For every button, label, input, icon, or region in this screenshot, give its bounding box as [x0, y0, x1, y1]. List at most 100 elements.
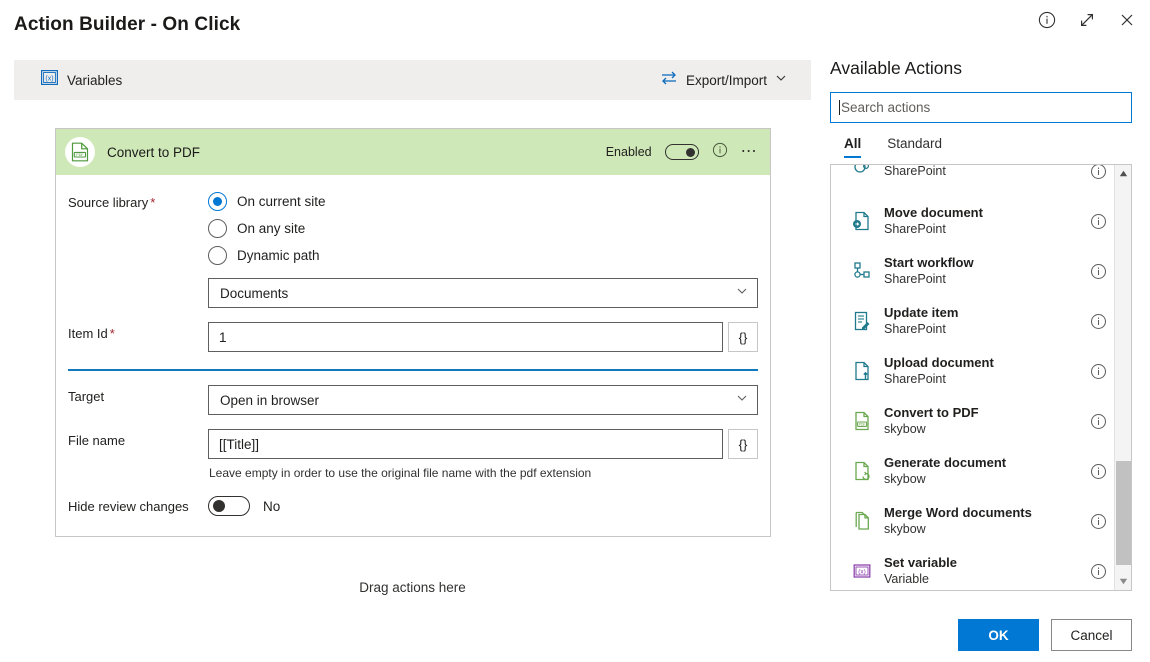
list-item[interactable]: SharePoint	[831, 164, 1117, 196]
hide-review-changes-controls: No	[208, 496, 758, 516]
list-item-category: SharePoint	[884, 272, 946, 286]
list-item[interactable]: Upload document SharePoint	[831, 346, 1117, 396]
export-import-label: Export/Import	[685, 72, 767, 88]
item-id-token-button[interactable]: {}	[728, 322, 758, 352]
expand-icon[interactable]	[1076, 9, 1098, 31]
info-icon[interactable]	[1090, 413, 1107, 430]
close-icon[interactable]	[1116, 9, 1138, 31]
info-icon[interactable]	[1090, 563, 1107, 580]
variables-button[interactable]: (x) Variables	[41, 70, 122, 90]
more-ellipsis-icon[interactable]: ⋯	[741, 144, 758, 160]
convert-to-pdf-icon: PDF	[849, 410, 875, 432]
search-actions-box[interactable]: Search actions	[830, 92, 1132, 123]
field-target: Target Open in browser	[68, 385, 758, 415]
target-select[interactable]: Open in browser	[208, 385, 758, 415]
enabled-toggle[interactable]	[664, 144, 699, 160]
text-caret	[839, 100, 840, 115]
field-file-name: File name [[Title]] {} Leave empty in or…	[68, 429, 758, 480]
field-hide-review-changes: Hide review changes No	[68, 496, 758, 516]
list-item-category: Variable	[884, 572, 929, 586]
item-id-input[interactable]: 1	[208, 322, 723, 352]
list-item-name: Start workflow	[884, 255, 974, 270]
info-icon[interactable]	[1090, 263, 1107, 280]
list-item[interactable]: Merge Word documents skybow	[831, 496, 1117, 546]
action-card-convert-to-pdf: PDF Convert to PDF Enabled ⋯ Source libr…	[55, 128, 771, 537]
list-item-name: Set variable	[884, 555, 957, 570]
list-item-name: Upload document	[884, 355, 994, 370]
svg-text:(x): (x)	[858, 569, 865, 576]
list-item-category: SharePoint	[884, 222, 946, 236]
tab-standard[interactable]: Standard	[887, 136, 942, 158]
list-item-category: skybow	[884, 422, 926, 436]
variables-toolbar: (x) Variables Export/Import	[14, 60, 811, 100]
source-library-controls: On current site On any site Dynamic path	[208, 191, 758, 308]
chevron-down-icon	[775, 71, 787, 89]
start-workflow-icon	[849, 260, 875, 282]
merge-word-documents-icon	[849, 510, 875, 532]
target-select-value: Open in browser	[220, 392, 320, 408]
info-icon[interactable]	[1090, 513, 1107, 530]
file-name-helper-text: Leave empty in order to use the original…	[209, 466, 592, 480]
tab-all[interactable]: All	[844, 136, 862, 158]
file-name-token-button[interactable]: {}	[728, 429, 758, 459]
drag-actions-hint: Drag actions here	[359, 580, 466, 595]
list-item-text: Merge Word documents skybow	[884, 505, 1032, 537]
list-item[interactable]: Update item SharePoint	[831, 296, 1117, 346]
chevron-down-icon	[735, 391, 749, 410]
field-item-id: Item Id * 1 {}	[68, 322, 758, 352]
target-controls: Open in browser	[208, 385, 758, 415]
list-item-category: skybow	[884, 522, 926, 536]
export-import-button[interactable]: Export/Import	[660, 70, 787, 91]
list-item[interactable]: PDF Convert to PDF skybow	[831, 396, 1117, 446]
enabled-label: Enabled	[605, 145, 652, 159]
workflow-canvas: PDF Convert to PDF Enabled ⋯ Source libr…	[14, 100, 811, 600]
set-variable-icon: (x)	[849, 562, 875, 580]
info-icon[interactable]	[1090, 313, 1107, 330]
list-item-category: SharePoint	[884, 372, 946, 386]
list-item[interactable]: Move document SharePoint	[831, 196, 1117, 246]
list-item[interactable]: Generate document skybow	[831, 446, 1117, 496]
list-item-category: SharePoint	[884, 322, 946, 336]
list-item-category: skybow	[884, 472, 926, 486]
scroll-down-arrow[interactable]	[1115, 573, 1131, 590]
move-document-icon	[849, 210, 875, 232]
list-item-category: SharePoint	[884, 164, 946, 178]
list-item-name: Generate document	[884, 455, 1007, 470]
radio-dynamic-path[interactable]: Dynamic path	[208, 246, 758, 265]
library-select[interactable]: Documents	[208, 278, 758, 308]
cancel-button[interactable]: Cancel	[1051, 619, 1132, 651]
scrollbar-thumb[interactable]	[1116, 461, 1131, 565]
file-name-input-row: [[Title]] {}	[208, 429, 758, 459]
toggle-knob	[685, 147, 695, 157]
action-card-header-controls: Enabled ⋯	[606, 142, 758, 163]
info-icon[interactable]	[1090, 213, 1107, 230]
list-item-name: Convert to PDF	[884, 405, 979, 420]
search-input[interactable]: Search actions	[841, 100, 930, 115]
library-select-value: Documents	[220, 285, 289, 301]
list-item-name: Merge Word documents	[884, 505, 1032, 520]
info-icon[interactable]	[1090, 363, 1107, 380]
update-item-icon	[849, 310, 875, 332]
info-icon[interactable]	[1090, 463, 1107, 480]
chevron-down-icon	[735, 284, 749, 303]
actions-list-scroll-content: SharePoint Move document SharePoint Star…	[831, 164, 1117, 590]
info-icon[interactable]	[712, 142, 728, 163]
list-item[interactable]: Start workflow SharePoint	[831, 246, 1117, 296]
info-icon[interactable]	[1090, 165, 1107, 180]
list-item[interactable]: (x) Set variable Variable	[831, 546, 1117, 590]
radio-indicator	[208, 246, 227, 265]
actions-list-scrollbar[interactable]	[1114, 165, 1131, 590]
radio-on-current-site[interactable]: On current site	[208, 192, 758, 211]
scroll-up-arrow[interactable]	[1115, 165, 1131, 182]
file-name-label: File name	[68, 433, 126, 448]
radio-on-any-site[interactable]: On any site	[208, 219, 758, 238]
info-icon[interactable]	[1036, 9, 1058, 31]
list-item-text: Generate document skybow	[884, 455, 1006, 487]
target-label: Target	[68, 389, 105, 404]
required-asterisk: *	[150, 195, 156, 210]
hide-review-changes-toggle[interactable]	[208, 496, 250, 516]
hide-review-changes-label: Hide review changes	[68, 498, 189, 514]
swap-arrows-icon	[660, 70, 678, 91]
ok-button[interactable]: OK	[958, 619, 1039, 651]
file-name-input[interactable]: [[Title]]	[208, 429, 723, 459]
